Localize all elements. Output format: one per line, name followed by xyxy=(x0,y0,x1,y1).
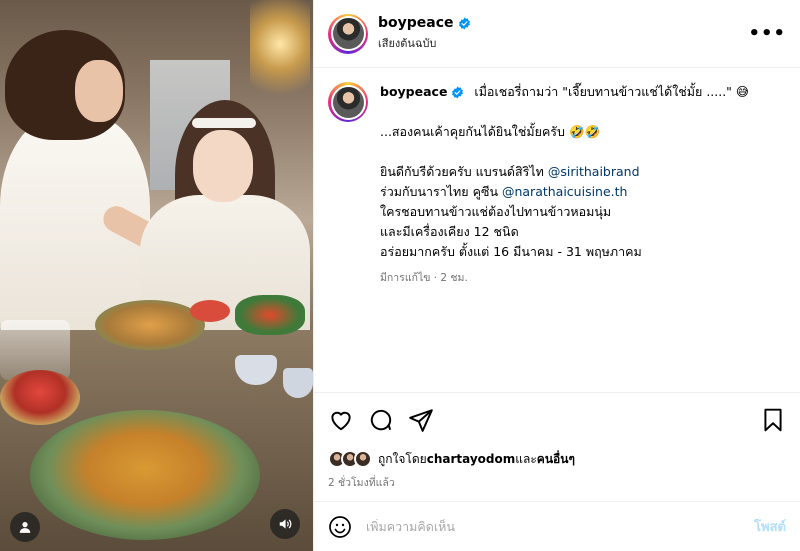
caption-username[interactable]: boypeace xyxy=(380,82,447,102)
post-media[interactable] xyxy=(0,0,313,551)
more-icon[interactable]: ••• xyxy=(748,23,786,44)
mention-link[interactable]: @narathaicuisine.th xyxy=(502,184,628,199)
photo-fruit xyxy=(190,300,230,322)
action-bar xyxy=(314,392,800,446)
avatar-image xyxy=(332,86,364,118)
photo-food-plate-back xyxy=(95,300,205,350)
photo-headband xyxy=(192,118,256,128)
caption-line: ...สองคนเค้าคุยกันได้ยินใช่มั้ยครับ xyxy=(380,124,565,139)
avatar-image xyxy=(332,18,364,49)
emoji: 😅 xyxy=(735,84,749,99)
sound-icon xyxy=(279,519,292,529)
photo-cup xyxy=(283,368,313,398)
liker-username[interactable]: chartayodom xyxy=(427,452,516,466)
background-chandelier xyxy=(250,0,310,110)
bookmark-icon[interactable] xyxy=(760,407,786,433)
comment-input[interactable] xyxy=(366,519,755,534)
post-panel: boypeace เสียงต้นฉบับ ••• boypeace เมื่อ… xyxy=(313,0,800,551)
liker-avatars[interactable] xyxy=(328,450,372,468)
caption: boypeace เมื่อเชอรี่ถามว่า "เจี๊ยบทานข้า… xyxy=(328,82,786,288)
caption-text: boypeace เมื่อเชอรี่ถามว่า "เจี๊ยบทานข้า… xyxy=(380,82,749,288)
post-timestamp[interactable]: 2 ชั่วโมงที่แล้ว xyxy=(314,472,800,501)
user-tag-icon xyxy=(19,522,31,533)
post-header: boypeace เสียงต้นฉบับ ••• xyxy=(314,0,800,68)
emoji: 🤣🤣 xyxy=(568,124,601,139)
mention-link[interactable]: @sirithaibrand xyxy=(548,164,640,179)
caption-line: เมื่อเชอรี่ถามว่า "เจี๊ยบทานข้าวแช่ได้ใช… xyxy=(474,84,732,99)
photo-person-left-face xyxy=(75,60,123,122)
likes-others-link[interactable]: คนอื่นๆ xyxy=(537,450,575,469)
photo-bowl xyxy=(0,370,80,425)
author-username[interactable]: boypeace xyxy=(378,15,454,31)
caption-line: อร่อยมากครับ ตั้งแต่ 16 มีนาคม - 31 พฤษภ… xyxy=(380,244,642,259)
likes-prefix: ถูกใจโดย xyxy=(378,451,427,466)
verified-badge-icon xyxy=(458,17,470,29)
comment-icon[interactable] xyxy=(368,407,394,433)
user-tag-button[interactable] xyxy=(10,512,40,542)
audio-label[interactable]: เสียงต้นฉบับ xyxy=(378,34,748,52)
emoji-icon[interactable] xyxy=(328,515,352,539)
heart-icon[interactable] xyxy=(328,407,354,433)
likes-row: ถูกใจโดย chartayodom และ คนอื่นๆ xyxy=(314,446,800,472)
caption-avatar[interactable] xyxy=(328,82,368,122)
share-icon[interactable] xyxy=(408,407,434,433)
photo-chili-plate xyxy=(235,295,305,335)
author-avatar[interactable] xyxy=(328,13,368,54)
post-comment-button[interactable]: โพสต์ xyxy=(754,516,786,537)
verified-badge-icon xyxy=(452,86,464,98)
caption-line: ร่วมกับนาราไทย คูซีน xyxy=(380,184,502,199)
sound-button[interactable] xyxy=(270,509,300,539)
caption-line: ใครชอบทานข้าวแช่ต้องไปทานข้าวหอมนุ่ม xyxy=(380,204,612,219)
avatar xyxy=(354,450,372,468)
caption-line: ยินดีกับรีด้วยครับ แบรนด์สิริไท xyxy=(380,164,548,179)
caption-meta: มีการแก้ไข · 2 ชม. xyxy=(380,272,468,284)
caption-line: และมีเครื่องเคียง 12 ชนิด xyxy=(380,224,519,239)
photo-food-plate-front xyxy=(30,410,260,540)
likes-middle: และ xyxy=(515,451,537,466)
comments-area: boypeace เมื่อเชอรี่ถามว่า "เจี๊ยบทานข้า… xyxy=(314,68,800,392)
comment-composer: โพสต์ xyxy=(314,501,800,551)
photo-person-right-face xyxy=(193,130,253,202)
